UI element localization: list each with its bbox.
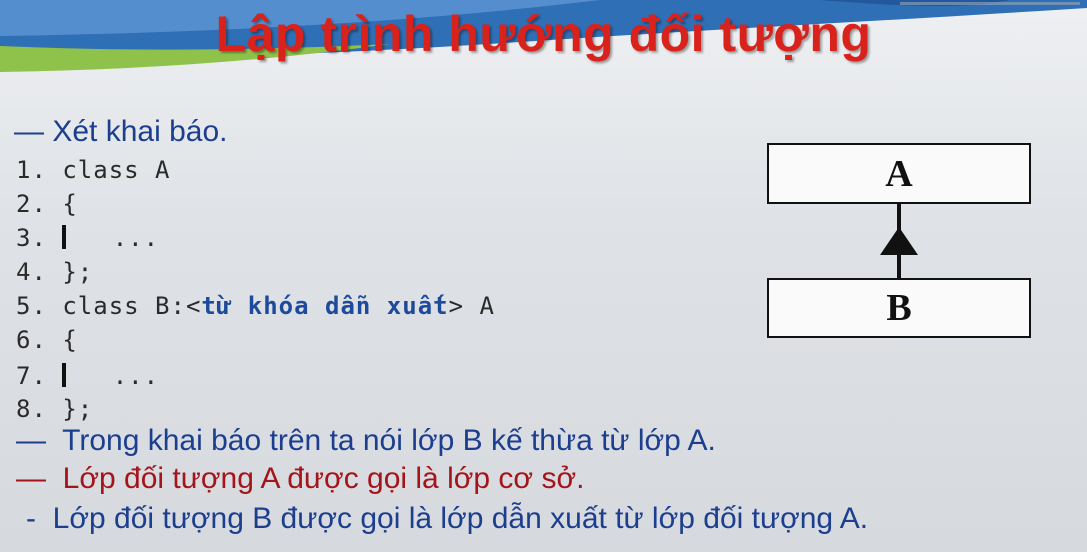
- slide-title: Lập trình hướng đối tượng: [215, 6, 872, 62]
- class-box-b: B: [767, 278, 1031, 338]
- code-line-2: 2. {: [16, 190, 78, 218]
- code-line-4: 4. };: [16, 258, 94, 286]
- intro-text: — Xét khai báo.: [14, 115, 228, 148]
- code-line-3: 3. ...: [16, 224, 160, 252]
- code-line-6: 6. {: [16, 326, 78, 354]
- bullet-derived-class: - Lớp đối tượng B được gọi là lớp dẫn xu…: [26, 502, 869, 535]
- code-line-7: 7. ...: [16, 362, 160, 390]
- code-line-8: 8. };: [16, 395, 94, 423]
- text-cursor-icon: [62, 225, 67, 249]
- class-box-a: A: [767, 143, 1031, 204]
- bullet-inheritance: — Trong khai báo trên ta nói lớp B kế th…: [16, 424, 716, 457]
- code-line-5: 5. class B:<từ khóa dẫn xuất> A: [16, 292, 495, 320]
- connector-line: [897, 255, 901, 279]
- bullet-base-class: — Lớp đối tượng A được gọi là lớp cơ sở.: [16, 462, 585, 495]
- code-line-1: 1. class A: [16, 156, 171, 184]
- derivation-keyword: từ khóa dẫn xuất: [201, 292, 449, 320]
- inheritance-arrow-icon: [880, 227, 918, 255]
- text-cursor-icon: [62, 363, 67, 387]
